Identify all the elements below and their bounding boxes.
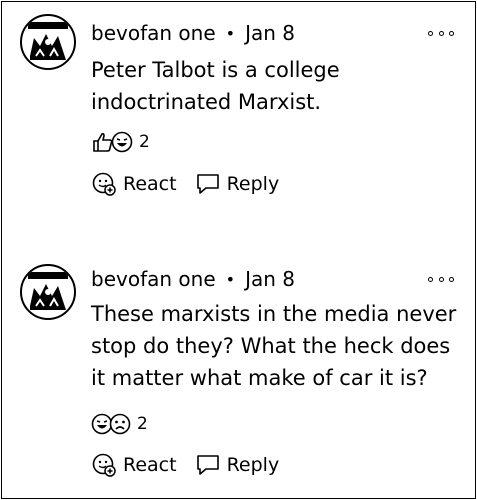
react-button[interactable]: React [91,171,177,197]
reply-label: Reply [226,173,280,195]
reply-label: Reply [226,454,280,476]
separator-dot: • [225,23,236,43]
reply-button[interactable]: Reply [195,453,280,477]
comment-text: These marxists in the media never stop d… [91,298,463,394]
sad-icon [109,413,131,435]
comment-header: bevofan one • Jan 8 [91,18,295,48]
comment-header: bevofan one • Jan 8 [91,264,295,294]
reply-icon [195,172,221,196]
comment-actions: React Reply [91,450,297,480]
author-name[interactable]: bevofan one [91,21,216,45]
laugh-icon [111,131,133,153]
comment-line: stop do they? What the heck does [91,334,451,358]
comment-date[interactable]: Jan 8 [245,267,295,291]
react-label: React [123,173,177,195]
comment-line: indoctrinated Marxist. [91,90,322,114]
reaction-summary[interactable]: 2 [91,410,148,438]
more-options-icon[interactable] [428,26,454,40]
reaction-count: 2 [139,132,150,152]
comment-text: Peter Talbot is a college indoctrinated … [91,54,463,118]
author-name[interactable]: bevofan one [91,267,216,291]
comment-date[interactable]: Jan 8 [245,21,295,45]
separator-dot: • [225,269,236,289]
reaction-count: 2 [137,414,148,434]
comment-actions: React Reply [91,169,297,199]
comment-line: Peter Talbot is a college [91,58,340,82]
comment-line: it matter what make of car it is? [91,366,428,390]
avatar[interactable] [20,14,76,70]
reply-button[interactable]: Reply [195,172,280,196]
add-reaction-icon [91,171,117,197]
add-reaction-icon [91,452,117,478]
reply-icon [195,453,221,477]
react-button[interactable]: React [91,452,177,478]
more-options-icon[interactable] [428,272,454,286]
react-label: React [123,454,177,476]
comment-line: These marxists in the media never [91,302,457,326]
avatar[interactable] [20,264,76,320]
reaction-summary[interactable]: 2 [91,128,150,156]
